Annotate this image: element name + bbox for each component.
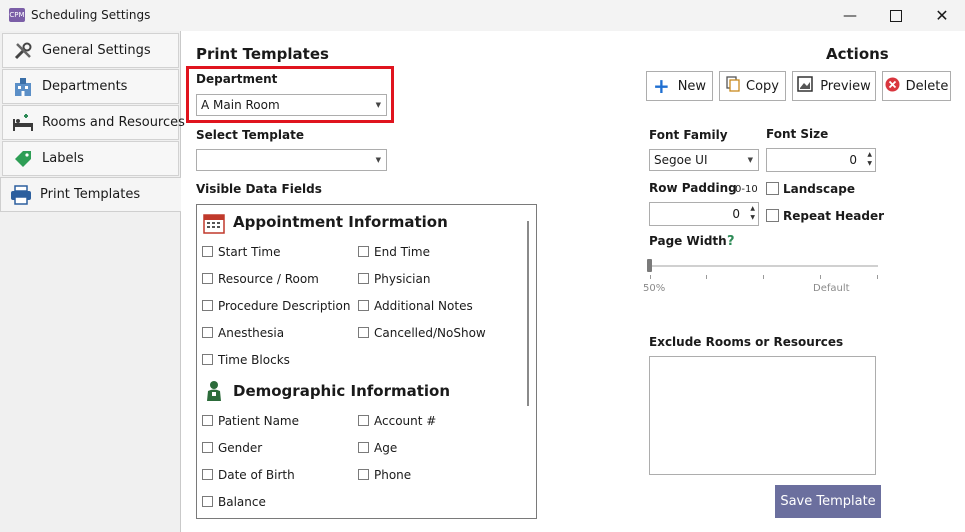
printer-icon (10, 184, 32, 206)
save-template-button[interactable]: Save Template (775, 485, 881, 518)
sidebar-item-general-settings[interactable]: General Settings (2, 33, 179, 68)
visible-data-fields-label: Visible Data Fields (196, 182, 322, 196)
slider-tick (877, 275, 878, 279)
visible-fields-panel: Appointment Information Start Time End T… (196, 204, 537, 519)
sidebar-item-labels[interactable]: Labels (2, 141, 179, 176)
chevron-down-icon: ▼ (375, 156, 381, 164)
row-padding-label: Row Padding (649, 181, 737, 195)
checkbox[interactable] (202, 327, 213, 338)
checkbox[interactable] (202, 415, 213, 426)
checkbox[interactable] (358, 246, 369, 257)
building-icon (12, 76, 34, 98)
font-size-label: Font Size (766, 127, 829, 141)
tag-icon (12, 148, 34, 170)
slider-tick (706, 275, 707, 279)
plus-icon: + (652, 74, 670, 98)
checkbox[interactable] (766, 182, 779, 195)
minimize-button[interactable]: — (827, 0, 873, 31)
slider-min-label: 50% (643, 283, 666, 294)
new-button[interactable]: + New (646, 71, 713, 101)
close-button[interactable]: ✕ (919, 0, 965, 31)
highlight-box (186, 66, 394, 123)
delete-button[interactable]: Delete (882, 71, 951, 101)
copy-button[interactable]: Copy (719, 71, 786, 101)
help-icon[interactable]: ? (727, 234, 735, 249)
group-title-appointment: Appointment Information (233, 213, 448, 231)
actions-title: Actions (826, 45, 889, 63)
sidebar-item-label: Rooms and Resources (42, 115, 185, 130)
sidebar-item-print-templates[interactable]: Print Templates (0, 177, 181, 212)
app-icon: CPM (9, 8, 25, 22)
checkbox[interactable] (358, 415, 369, 426)
calendar-icon (203, 212, 225, 234)
checkbox[interactable] (202, 469, 213, 480)
title-bar: CPM Scheduling Settings — ✕ (0, 0, 965, 31)
row-padding-stepper[interactable]: 0 ▲ ▼ (649, 202, 759, 226)
checkbox[interactable] (766, 209, 779, 222)
close-icon: ✕ (935, 6, 949, 25)
copy-icon (726, 76, 740, 96)
checkbox[interactable] (358, 469, 369, 480)
minimize-icon: — (843, 7, 857, 24)
font-family-label: Font Family (649, 128, 728, 142)
sidebar-item-label: Print Templates (40, 187, 141, 202)
preview-button[interactable]: Preview (792, 71, 876, 101)
checkbox[interactable] (202, 354, 213, 365)
checkbox[interactable] (202, 496, 213, 507)
checkbox[interactable] (358, 327, 369, 338)
checkbox[interactable] (202, 300, 213, 311)
sidebar-item-label: Labels (42, 151, 84, 166)
slider-tick (650, 275, 651, 279)
page-width-label: Page Width (649, 234, 727, 248)
maximize-icon (890, 9, 902, 22)
slider-default-label: Default (813, 283, 850, 294)
sidebar-item-departments[interactable]: Departments (2, 69, 179, 104)
sidebar-item-label: General Settings (42, 43, 151, 58)
page-width-slider-track[interactable] (649, 265, 878, 267)
delete-icon (885, 77, 900, 96)
maximize-button[interactable] (873, 0, 919, 31)
scrollbar[interactable] (527, 221, 529, 406)
checkbox[interactable] (358, 300, 369, 311)
group-title-demographic: Demographic Information (233, 382, 451, 400)
exclude-label: Exclude Rooms or Resources (649, 335, 844, 349)
template-select[interactable]: ▼ (196, 149, 387, 171)
tools-icon (12, 40, 34, 62)
chevron-down-icon: ▼ (747, 156, 753, 164)
font-family-select[interactable]: Segoe UI ▼ (649, 149, 759, 171)
sidebar-item-rooms-and-resources[interactable]: Rooms and Resources (2, 105, 185, 140)
checkbox[interactable] (202, 442, 213, 453)
window-title: Scheduling Settings (31, 8, 151, 22)
select-template-label: Select Template (196, 128, 304, 142)
spinner-arrows-icon[interactable]: ▲ ▼ (867, 150, 872, 168)
sidebar: General Settings Departments Rooms and R… (0, 31, 185, 532)
person-icon (205, 380, 223, 402)
bed-icon (12, 112, 34, 134)
checkbox[interactable] (202, 273, 213, 284)
preview-icon (797, 76, 813, 96)
slider-tick (763, 275, 764, 279)
slider-tick (820, 275, 821, 279)
page-width-slider-thumb[interactable] (647, 259, 652, 272)
spinner-arrows-icon[interactable]: ▲ ▼ (750, 204, 755, 222)
font-size-stepper[interactable]: 0 ▲ ▼ (766, 148, 876, 172)
row-padding-hint: 0-10 (735, 184, 758, 195)
checkbox[interactable] (358, 442, 369, 453)
checkbox[interactable] (202, 246, 213, 257)
checkbox[interactable] (358, 273, 369, 284)
page-title: Print Templates (196, 45, 329, 63)
exclude-list[interactable] (649, 356, 876, 475)
sidebar-item-label: Departments (42, 79, 128, 94)
